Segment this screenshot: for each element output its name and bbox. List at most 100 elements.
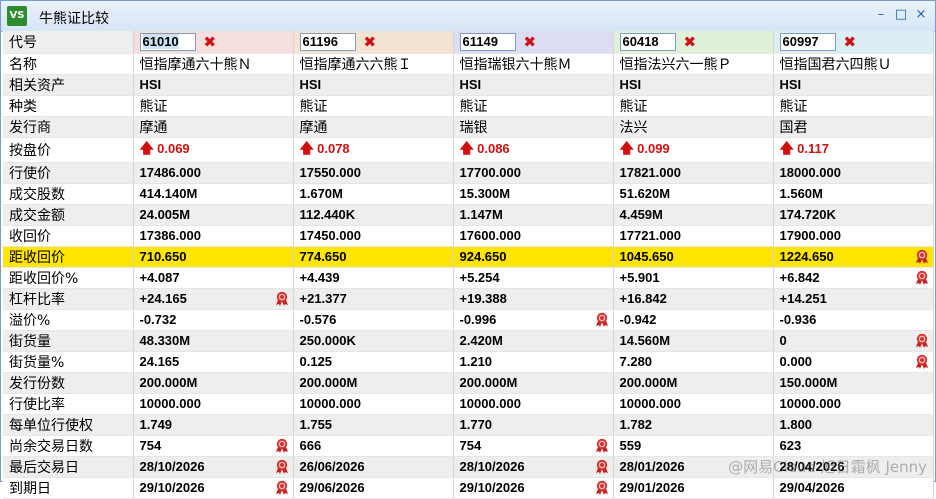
remove-icon[interactable]: ✖ [204, 34, 217, 50]
table-cell: +16.842 [613, 288, 774, 310]
table-cell: 17550.000 [293, 162, 454, 184]
table-cell: 29/01/2026 [613, 477, 774, 499]
maximize-button[interactable]: □ [893, 7, 909, 23]
table-cell: 恒指国君六四熊Ｕ [773, 53, 934, 75]
table-cell: 瑞银 [453, 116, 614, 138]
table-cell: 1.147M [453, 204, 614, 226]
close-button[interactable]: × [913, 7, 929, 23]
table-cell: +24.165 [133, 288, 294, 310]
table-cell: 7.280 [613, 351, 774, 373]
table-cell: 1.770 [453, 414, 614, 436]
table-cell: 法兴 [613, 116, 774, 138]
table-cell: -0.942 [613, 309, 774, 331]
table-cell: +5.901 [613, 267, 774, 289]
medal-icon [915, 249, 929, 264]
minimize-button[interactable]: – [873, 7, 889, 23]
table-cell: 18000.000 [773, 162, 934, 184]
table-cell: 摩通 [293, 116, 454, 138]
table-cell: 774.650 [293, 246, 454, 268]
table-cell: 2.420M [453, 330, 614, 352]
table-cell: 112.440K [293, 204, 454, 226]
table-cell: 1.782 [613, 414, 774, 436]
table-cell: 17386.000 [133, 225, 294, 247]
table-cell: -0.996 [453, 309, 614, 331]
table-cell: 48.330M [133, 330, 294, 352]
table-cell: 14.560M [613, 330, 774, 352]
app-logo-icon: VS [7, 6, 27, 26]
table-cell: 29/10/2026 [453, 477, 614, 499]
table-cell: 恒指摩通六十熊Ｎ [133, 53, 294, 75]
medal-icon [275, 291, 289, 306]
table-cell: 熊证 [293, 95, 454, 117]
row-label: 街货量 [3, 330, 134, 352]
remove-icon[interactable]: ✖ [844, 34, 857, 50]
table-cell: 0 [773, 330, 934, 352]
table-cell: -0.732 [133, 309, 294, 331]
table-cell: 🡅 0.069 [133, 137, 294, 163]
code-input[interactable]: 61196 [299, 32, 356, 51]
table-cell: 559 [613, 435, 774, 457]
code-input[interactable]: 61149 [459, 32, 516, 51]
table-row: 溢价% -0.732 -0.576 -0.996 -0.942 -0.936 [3, 309, 934, 331]
code-input[interactable]: 60418 [619, 32, 676, 51]
row-label: 街货量% [3, 351, 134, 373]
arrow-up-icon: 🡅 [619, 139, 634, 156]
row-label: 最后交易日 [3, 456, 134, 478]
table-row: 距收回价 710.650 774.650 924.650 1045.650 1224.65… [3, 246, 934, 268]
table-row: 成交金额 24.005M 112.440K 1.147M 4.459M 174.720K [3, 204, 934, 226]
table-cell: 666 [293, 435, 454, 457]
table-cell: 1224.650 [773, 246, 934, 268]
table-cell: HSI [293, 74, 454, 96]
code-cell: 61196 ✖ [293, 31, 454, 54]
table-cell: 250.000K [293, 330, 454, 352]
table-cell: +5.254 [453, 267, 614, 289]
table-cell: 10000.000 [773, 393, 934, 415]
row-label: 发行商 [3, 116, 134, 138]
table-row: 到期日 29/10/2026 29/06/2026 29/10/2026 29/01/2… [3, 477, 934, 499]
remove-icon[interactable]: ✖ [524, 34, 537, 50]
table-cell: 国君 [773, 116, 934, 138]
table-cell: 17821.000 [613, 162, 774, 184]
row-label: 相关资产 [3, 74, 134, 96]
table-cell: 754 [453, 435, 614, 457]
row-label: 名称 [3, 53, 134, 75]
arrow-up-icon: 🡅 [299, 139, 314, 156]
table-cell: 200.000M [293, 372, 454, 394]
title-bar[interactable]: VS 牛熊证比较 – □ × [1, 1, 935, 32]
table-cell: 17721.000 [613, 225, 774, 247]
table-cell: HSI [133, 74, 294, 96]
row-label: 成交股数 [3, 183, 134, 205]
table-cell: 熊证 [133, 95, 294, 117]
window-title: 牛熊证比较 [39, 11, 109, 27]
table-cell: 710.650 [133, 246, 294, 268]
table-cell: 17450.000 [293, 225, 454, 247]
row-label: 尚余交易日数 [3, 435, 134, 457]
table-cell: 28/10/2026 [133, 456, 294, 478]
table-cell: 摩通 [133, 116, 294, 138]
table-row: 成交股数 414.140M 1.670M 15.300M 51.620M 1.560M [3, 183, 934, 205]
table-cell: 1.210 [453, 351, 614, 373]
table-row: 距收回价% +4.087 +4.439 +5.254 +5.901 +6.842 [3, 267, 934, 289]
table-cell: 200.000M [613, 372, 774, 394]
medal-icon [275, 459, 289, 474]
table-cell: 200.000M [133, 372, 294, 394]
row-label: 代号 [3, 31, 134, 54]
code-input[interactable]: 61010 [139, 32, 196, 51]
table-cell: 🡅 0.117 [773, 137, 934, 163]
table-cell: 0.000 [773, 351, 934, 373]
watermark: @网易Cloud 旭日霜枫 Jenny [728, 458, 927, 476]
comparison-table: 代号 61010 ✖ 61196 ✖ 61149 ✖ 60418 ✖ 60997 ✖ 名称 恒指摩通六十… [3, 31, 934, 499]
table-cell: 🡅 0.099 [613, 137, 774, 163]
remove-icon[interactable]: ✖ [364, 34, 377, 50]
table-cell: 1.560M [773, 183, 934, 205]
table-row: 相关资产 HSI HSI HSI HSI HSI [3, 74, 934, 96]
table-cell: 熊证 [613, 95, 774, 117]
table-cell: 29/10/2026 [133, 477, 294, 499]
table-cell: 10000.000 [133, 393, 294, 415]
remove-icon[interactable]: ✖ [684, 34, 697, 50]
table-cell: 17600.000 [453, 225, 614, 247]
row-label: 种类 [3, 95, 134, 117]
medal-icon [595, 312, 609, 327]
table-cell: 🡅 0.078 [293, 137, 454, 163]
code-input[interactable]: 60997 [779, 32, 836, 51]
